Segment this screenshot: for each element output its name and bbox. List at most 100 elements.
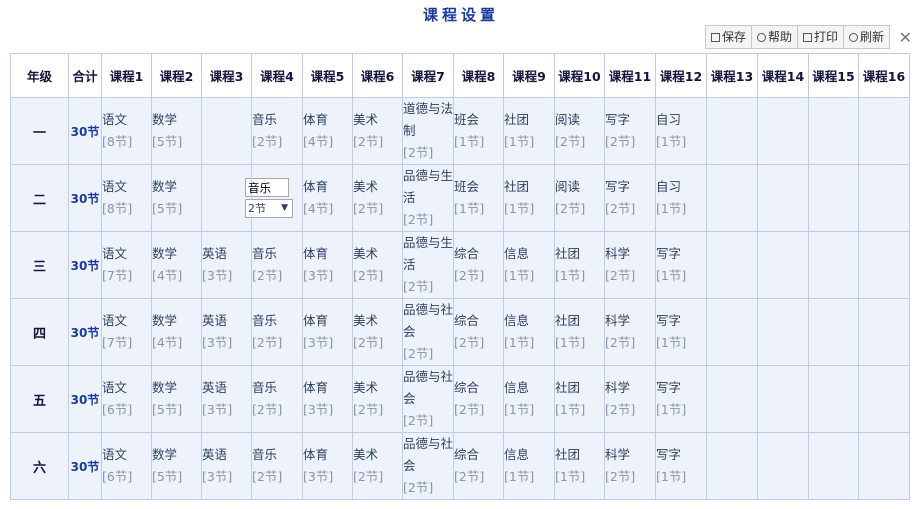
course-cell[interactable]: 综合 [2节] bbox=[453, 432, 504, 500]
course-cell[interactable]: 写字 [1节] bbox=[655, 365, 707, 433]
course-cell[interactable]: 社团 [1节] bbox=[503, 164, 555, 232]
course-cell[interactable]: 品德与生活 [2节] bbox=[402, 164, 454, 232]
course-cell[interactable]: 写字 [2节] bbox=[604, 164, 656, 232]
course-cell[interactable]: 写字 [1节] bbox=[655, 298, 707, 366]
course-cell[interactable]: 语文 [6节] bbox=[101, 432, 152, 500]
course-cell[interactable]: 科学 [2节] bbox=[604, 298, 656, 366]
course-cell[interactable]: 社团 [1节] bbox=[554, 365, 605, 433]
course-count-select[interactable]: 2节 ▼ bbox=[245, 199, 293, 218]
course-cell[interactable]: 英语 [3节] bbox=[201, 432, 252, 500]
course-cell[interactable]: 班会 [1节] bbox=[453, 164, 504, 232]
course-cell[interactable]: 阅读 [2节] bbox=[554, 164, 605, 232]
course-cell[interactable]: 美术 [2节] bbox=[352, 432, 403, 500]
course-cell[interactable]: 综合 [2节] bbox=[453, 365, 504, 433]
course-cell[interactable]: 社团 [1节] bbox=[503, 97, 555, 165]
course-cell-empty[interactable] bbox=[757, 231, 809, 299]
course-cell-empty[interactable] bbox=[757, 97, 809, 165]
course-cell[interactable]: 信息 [1节] bbox=[503, 298, 555, 366]
course-cell-empty[interactable] bbox=[808, 97, 859, 165]
help-button[interactable]: 帮助 bbox=[752, 26, 798, 48]
course-cell[interactable]: 英语 [3节] bbox=[201, 231, 252, 299]
course-cell[interactable]: 数学 [4节] bbox=[151, 231, 202, 299]
course-cell[interactable]: 班会 [1节] bbox=[453, 97, 504, 165]
course-cell[interactable]: 综合 [2节] bbox=[453, 231, 504, 299]
course-cell[interactable]: 美术 [2节] bbox=[352, 298, 403, 366]
course-cell[interactable]: 品德与社会 [2节] bbox=[402, 432, 454, 500]
course-cell[interactable]: 社团 [1节] bbox=[554, 298, 605, 366]
course-cell-empty[interactable] bbox=[201, 164, 252, 232]
course-cell[interactable]: 信息 [1节] bbox=[503, 365, 555, 433]
course-cell[interactable]: 科学 [2节] bbox=[604, 231, 656, 299]
course-cell[interactable]: 科学 [2节] bbox=[604, 432, 656, 500]
course-cell[interactable]: 信息 [1节] bbox=[503, 432, 555, 500]
course-cell[interactable]: 语文 [7节] bbox=[101, 298, 152, 366]
course-cell[interactable]: 自习 [1节] bbox=[655, 97, 707, 165]
course-cell[interactable]: 体育 [3节] bbox=[302, 365, 353, 433]
course-cell-empty[interactable] bbox=[808, 365, 859, 433]
course-cell-empty[interactable] bbox=[858, 298, 910, 366]
course-cell[interactable]: 语文 [6节] bbox=[101, 365, 152, 433]
course-cell[interactable]: 数学 [5节] bbox=[151, 164, 202, 232]
course-cell[interactable]: 社团 [1节] bbox=[554, 432, 605, 500]
course-cell-empty[interactable] bbox=[858, 97, 910, 165]
course-cell[interactable]: 道德与法制 [2节] bbox=[402, 97, 454, 165]
course-cell-empty[interactable] bbox=[858, 231, 910, 299]
course-cell[interactable]: 数学 [5节] bbox=[151, 97, 202, 165]
course-cell-empty[interactable] bbox=[757, 365, 809, 433]
course-cell-empty[interactable] bbox=[706, 231, 758, 299]
course-cell-empty[interactable] bbox=[757, 164, 809, 232]
course-cell[interactable]: 品德与生活 [2节] bbox=[402, 231, 454, 299]
course-cell[interactable]: 写字 [2节] bbox=[604, 97, 656, 165]
course-cell[interactable]: 英语 [3节] bbox=[201, 298, 252, 366]
course-cell[interactable]: 体育 [3节] bbox=[302, 231, 353, 299]
course-cell[interactable]: 体育 [4节] bbox=[302, 97, 353, 165]
course-cell[interactable]: 语文 [8节] bbox=[101, 97, 152, 165]
course-cell[interactable]: 语文 [7节] bbox=[101, 231, 152, 299]
course-cell-empty[interactable] bbox=[706, 365, 758, 433]
course-cell[interactable]: 音乐 [2节] bbox=[251, 432, 303, 500]
course-cell[interactable]: 音乐 [2节] bbox=[251, 365, 303, 433]
course-cell[interactable]: 美术 [2节] bbox=[352, 231, 403, 299]
course-cell[interactable]: 音乐 [2节] bbox=[251, 231, 303, 299]
course-cell[interactable]: 美术 [2节] bbox=[352, 365, 403, 433]
course-cell-empty[interactable] bbox=[808, 298, 859, 366]
course-cell[interactable]: 美术 [2节] bbox=[352, 97, 403, 165]
course-cell[interactable]: 音乐 [2节] bbox=[251, 97, 303, 165]
course-cell-empty[interactable] bbox=[706, 97, 758, 165]
course-cell[interactable]: 数学 [4节] bbox=[151, 298, 202, 366]
course-cell-empty[interactable] bbox=[706, 432, 758, 500]
course-cell-empty[interactable] bbox=[757, 432, 809, 500]
course-cell[interactable]: 语文 [8节] bbox=[101, 164, 152, 232]
course-cell-empty[interactable] bbox=[201, 97, 252, 165]
course-cell-empty[interactable] bbox=[706, 298, 758, 366]
course-cell[interactable]: 数学 [5节] bbox=[151, 365, 202, 433]
course-cell[interactable]: 社团 [1节] bbox=[554, 231, 605, 299]
course-cell-empty[interactable] bbox=[808, 231, 859, 299]
course-cell-empty[interactable] bbox=[808, 432, 859, 500]
course-cell[interactable]: 阅读 [2节] bbox=[554, 97, 605, 165]
tools-icon[interactable]: ✕ bbox=[899, 28, 912, 47]
course-cell[interactable]: 品德与社会 [2节] bbox=[402, 298, 454, 366]
course-cell[interactable]: 体育 [4节] bbox=[302, 164, 353, 232]
course-cell[interactable]: 写字 [1节] bbox=[655, 432, 707, 500]
course-cell-empty[interactable] bbox=[706, 164, 758, 232]
course-cell[interactable]: 综合 [2节] bbox=[453, 298, 504, 366]
course-cell[interactable]: 数学 [5节] bbox=[151, 432, 202, 500]
course-cell[interactable]: 音乐 [2节] bbox=[251, 298, 303, 366]
course-cell[interactable]: 信息 [1节] bbox=[503, 231, 555, 299]
course-cell[interactable]: 自习 [1节] bbox=[655, 164, 707, 232]
course-cell[interactable]: 体育 [3节] bbox=[302, 298, 353, 366]
course-cell-empty[interactable] bbox=[858, 365, 910, 433]
course-cell-empty[interactable] bbox=[858, 432, 910, 500]
course-cell[interactable]: 美术 [2节] bbox=[352, 164, 403, 232]
course-cell[interactable]: 英语 [3节] bbox=[201, 365, 252, 433]
course-name-input[interactable] bbox=[245, 178, 289, 197]
course-cell[interactable]: 科学 [2节] bbox=[604, 365, 656, 433]
course-cell-empty[interactable] bbox=[808, 164, 859, 232]
course-cell[interactable]: 品德与社会 [2节] bbox=[402, 365, 454, 433]
course-cell-empty[interactable] bbox=[858, 164, 910, 232]
save-button[interactable]: 保存 bbox=[706, 26, 752, 48]
course-cell-empty[interactable] bbox=[757, 298, 809, 366]
course-cell[interactable]: 体育 [3节] bbox=[302, 432, 353, 500]
print-button[interactable]: 打印 bbox=[798, 26, 844, 48]
